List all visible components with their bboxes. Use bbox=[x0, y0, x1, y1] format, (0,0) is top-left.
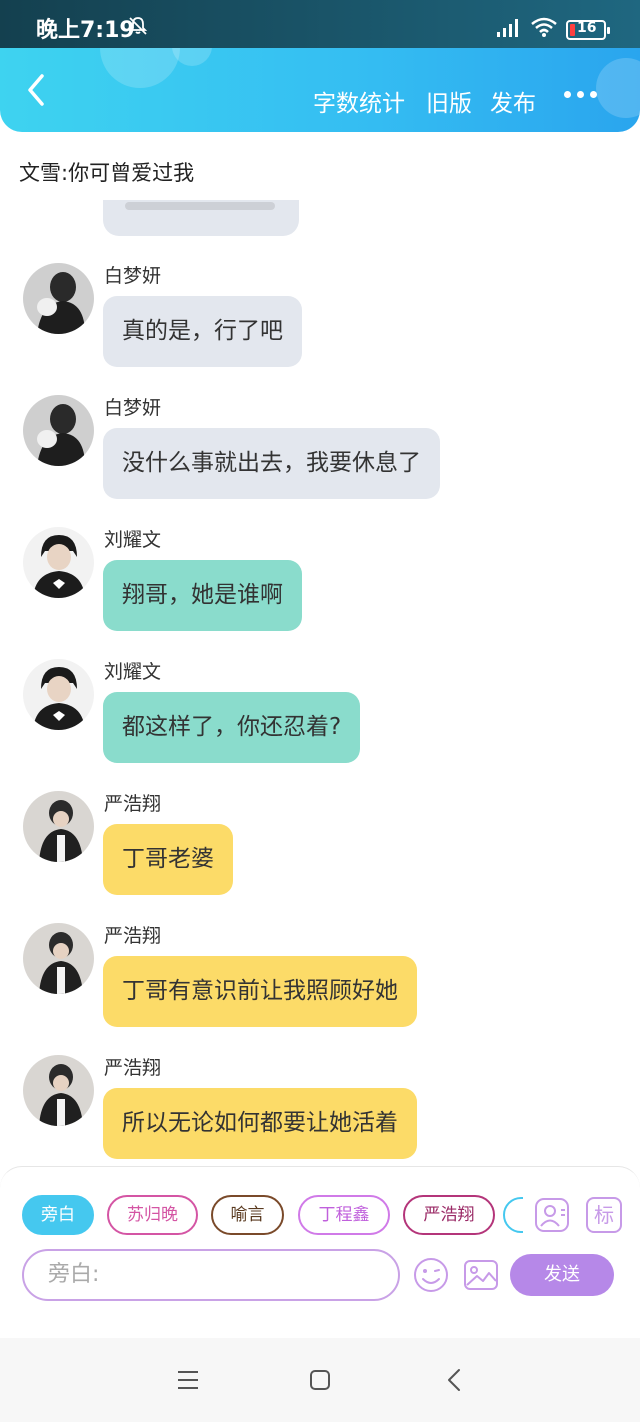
chevron-left-icon[interactable] bbox=[18, 70, 54, 110]
message-bubble[interactable]: 翔哥，她是谁啊 bbox=[103, 560, 302, 631]
message-bubble[interactable]: 所以无论如何都要让她活着 bbox=[103, 1088, 417, 1159]
character-chip-ding[interactable]: 丁程鑫 bbox=[298, 1195, 390, 1235]
story-subtitle: 文雪:你可曾爱过我 bbox=[19, 161, 195, 185]
chat-message: 严浩翔 所以无论如何都要让她活着 bbox=[0, 1055, 640, 1164]
sender-name: 刘耀文 bbox=[104, 529, 162, 551]
chat-message: 刘耀文 都这样了，你还忍着? bbox=[0, 659, 640, 779]
message-bubble[interactable]: 丁哥老婆 bbox=[103, 824, 233, 895]
chat-list[interactable]: 白梦妍 真的是，行了吧 白梦妍 没什么事就出去，我要休息了 刘耀文 翔哥，她是谁… bbox=[0, 200, 640, 1164]
battery-icon: 16 bbox=[566, 20, 610, 40]
avatar[interactable] bbox=[23, 395, 94, 466]
avatar[interactable] bbox=[23, 527, 94, 598]
home-icon[interactable] bbox=[306, 1366, 334, 1394]
character-chip-su[interactable]: 苏归晚 bbox=[107, 1195, 198, 1235]
character-chip-yan[interactable]: 严浩翔 bbox=[403, 1195, 495, 1235]
word-count-button[interactable]: 字数统计 bbox=[313, 84, 405, 118]
publish-button[interactable]: 发布 bbox=[490, 84, 536, 118]
sender-name: 白梦妍 bbox=[104, 265, 162, 287]
chat-message: 刘耀文 翔哥，她是谁啊 bbox=[0, 527, 640, 647]
menu-icon[interactable] bbox=[174, 1366, 202, 1394]
avatar[interactable] bbox=[23, 1055, 94, 1126]
sender-name: 严浩翔 bbox=[104, 1057, 162, 1079]
sender-name: 白梦妍 bbox=[104, 397, 162, 419]
signal-icon bbox=[497, 19, 518, 37]
chat-message: 白梦妍 真的是，行了吧 bbox=[0, 263, 640, 383]
partial-message-bubble bbox=[103, 200, 299, 236]
input-panel: 旁白 苏归晚 喻言 丁程鑫 严浩翔 标 旁白: 发送 bbox=[0, 1166, 640, 1338]
app-header: 字数统计 旧版 发布 bbox=[0, 48, 640, 132]
chat-message: 严浩翔 丁哥有意识前让我照顾好她 bbox=[0, 923, 640, 1043]
back-icon[interactable] bbox=[441, 1366, 469, 1394]
message-input[interactable]: 旁白: bbox=[22, 1249, 400, 1301]
more-dots-icon[interactable] bbox=[560, 88, 600, 102]
image-icon[interactable] bbox=[463, 1257, 499, 1293]
avatar[interactable] bbox=[23, 923, 94, 994]
send-button[interactable]: 发送 bbox=[510, 1254, 614, 1296]
tag-icon[interactable]: 标 bbox=[586, 1197, 622, 1233]
battery-level: 16 bbox=[577, 20, 597, 36]
character-chip-narration[interactable]: 旁白 bbox=[22, 1195, 94, 1235]
character-chip-partial[interactable] bbox=[503, 1197, 523, 1233]
bell-off-icon bbox=[128, 17, 148, 35]
role-icon[interactable] bbox=[534, 1197, 570, 1233]
message-bubble[interactable]: 都这样了，你还忍着? bbox=[103, 692, 361, 763]
old-version-button[interactable]: 旧版 bbox=[426, 84, 472, 118]
avatar[interactable] bbox=[23, 659, 94, 730]
chat-message: 严浩翔 丁哥老婆 bbox=[0, 791, 640, 911]
chat-message: 白梦妍 没什么事就出去，我要休息了 bbox=[0, 395, 640, 515]
sender-name: 刘耀文 bbox=[104, 661, 162, 683]
status-bar: 晚上7:19 16 bbox=[0, 0, 640, 48]
message-bubble[interactable]: 没什么事就出去，我要休息了 bbox=[103, 428, 440, 499]
system-nav-bar bbox=[0, 1338, 640, 1422]
sender-name: 严浩翔 bbox=[104, 793, 162, 815]
message-bubble[interactable]: 真的是，行了吧 bbox=[103, 296, 302, 367]
message-bubble[interactable]: 丁哥有意识前让我照顾好她 bbox=[103, 956, 417, 1027]
character-chip-yu[interactable]: 喻言 bbox=[211, 1195, 284, 1235]
wifi-icon bbox=[531, 17, 557, 37]
status-time: 晚上7:19 bbox=[36, 18, 135, 43]
avatar[interactable] bbox=[23, 263, 94, 334]
emoji-icon[interactable] bbox=[413, 1257, 449, 1293]
avatar[interactable] bbox=[23, 791, 94, 862]
sender-name: 严浩翔 bbox=[104, 925, 162, 947]
